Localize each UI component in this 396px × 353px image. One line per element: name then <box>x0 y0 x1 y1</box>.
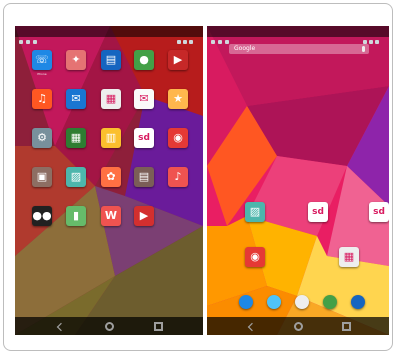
app-icon-puzzle[interactable]: ✦ <box>66 50 86 70</box>
chrome-icon: ◉ <box>173 131 183 144</box>
app-icon-star[interactable]: ★ <box>168 89 188 109</box>
r-calendar-icon: ▦ <box>343 250 355 263</box>
dock-icon-d-apps[interactable] <box>295 295 309 309</box>
app-icon-contacts[interactable]: ▮ <box>66 206 86 226</box>
cam-icon: ●● <box>32 209 52 222</box>
home-icon[interactable] <box>105 322 115 331</box>
status-bar <box>15 26 203 44</box>
contacts-icon: ▮ <box>72 209 80 222</box>
dock-icon-d-talk[interactable] <box>323 295 337 309</box>
app-icon-gallery[interactable]: ▨ <box>66 167 86 187</box>
app-icon-docs[interactable]: ▤ <box>101 50 121 70</box>
dock-icon-d-globe[interactable] <box>351 295 365 309</box>
app-icon-wish[interactable]: W <box>101 206 121 226</box>
app-icon-sheets[interactable]: ▦ <box>66 128 86 148</box>
app-icon-r-calendar[interactable]: ▦ <box>339 247 359 267</box>
app-icon-video[interactable]: ▶ <box>168 50 188 70</box>
app-icon-notes[interactable]: ▥ <box>101 128 121 148</box>
messages-icon: ✉ <box>71 92 81 105</box>
calendar-icon: ▦ <box>105 92 117 105</box>
back-icon[interactable] <box>247 322 257 332</box>
app-icon-settings[interactable]: ⚙ <box>32 128 52 148</box>
google-search-bar[interactable]: Google <box>229 44 369 54</box>
navigation-bar <box>207 317 389 335</box>
app-icon-r-sd2[interactable]: sd <box>369 202 389 222</box>
app-icon-gmail[interactable]: ✉ <box>134 89 154 109</box>
app-icon-voice[interactable]: ♪ <box>168 167 188 187</box>
music-icon: ♫ <box>37 92 47 105</box>
app-icon-music[interactable]: ♫ <box>32 89 52 109</box>
r-gallery-icon: ▨ <box>249 205 261 218</box>
phone-icon: ☏ <box>35 53 49 66</box>
sheets-icon: ▦ <box>70 131 82 144</box>
voice-icon: ♪ <box>174 170 182 183</box>
app-icon-games[interactable]: ● <box>134 50 154 70</box>
app-drawer-screen: ☏ Phone ✦ ▤ ● ▶ ♫ ✉ ▦ ✉ ★ ⚙ ▦ ▥ sd ◉ ▣ ▨ ✿ ▤ ♪ ●● ▮ W ▶ <box>15 26 203 335</box>
search-label: Google <box>234 45 256 52</box>
home-screen: Google ▨ sd sd ◉ ▦ <box>207 26 389 335</box>
app-icon-r-gallery[interactable]: ▨ <box>245 202 265 222</box>
app-icon-phone[interactable]: ☏ Phone <box>32 50 52 76</box>
dock-icon-d-phone[interactable] <box>239 295 253 309</box>
app-icon-messages[interactable]: ✉ <box>66 89 86 109</box>
photos-icon: ✿ <box>106 170 116 183</box>
app-icon-r-chrome[interactable]: ◉ <box>245 247 265 267</box>
app-icon-youtube[interactable]: ▶ <box>134 206 154 226</box>
docs-icon: ▤ <box>105 53 117 66</box>
navigation-bar <box>15 317 203 335</box>
notes-icon: ▥ <box>105 131 117 144</box>
gmail-icon: ✉ <box>139 92 149 105</box>
puzzle-icon: ✦ <box>71 53 81 66</box>
sd-icon: sd <box>138 133 150 143</box>
recents-icon[interactable] <box>341 322 351 331</box>
dock-icon-d-gallery[interactable] <box>267 295 281 309</box>
youtube-icon: ▶ <box>139 209 149 222</box>
device-frame: ☏ Phone ✦ ▤ ● ▶ ♫ ✉ ▦ ✉ ★ ⚙ ▦ ▥ sd ◉ ▣ ▨ ✿ ▤ ♪ ●● ▮ W ▶ <box>3 3 393 351</box>
wish-icon: W <box>104 209 118 222</box>
r-chrome-icon: ◉ <box>250 250 260 263</box>
games-icon: ● <box>139 53 149 66</box>
back-icon[interactable] <box>57 322 66 332</box>
app-icon-cam[interactable]: ●● <box>32 206 52 226</box>
app-icon-files[interactable]: ▣ <box>32 167 52 187</box>
video-icon: ▶ <box>173 53 183 66</box>
app-icon-r-sd1[interactable]: sd <box>308 202 328 222</box>
app-icon-sd[interactable]: sd <box>134 128 154 148</box>
home-icon[interactable] <box>294 322 304 331</box>
gallery-icon: ▨ <box>70 170 82 183</box>
star-icon: ★ <box>173 92 183 105</box>
r-sd1-icon: sd <box>312 207 324 217</box>
settings-icon: ⚙ <box>37 131 47 144</box>
app-icon-photos[interactable]: ✿ <box>101 167 121 187</box>
status-bar <box>207 26 389 44</box>
wallpaper <box>207 26 389 335</box>
app-icon-chrome[interactable]: ◉ <box>168 128 188 148</box>
microphone-icon[interactable] <box>362 46 365 52</box>
r-sd2-icon: sd <box>373 207 385 217</box>
market-icon: ▤ <box>138 170 150 183</box>
app-icon-calendar[interactable]: ▦ <box>101 89 121 109</box>
app-label: Phone <box>37 72 47 76</box>
files-icon: ▣ <box>36 170 48 183</box>
app-icon-market[interactable]: ▤ <box>134 167 154 187</box>
recents-icon[interactable] <box>154 322 164 331</box>
